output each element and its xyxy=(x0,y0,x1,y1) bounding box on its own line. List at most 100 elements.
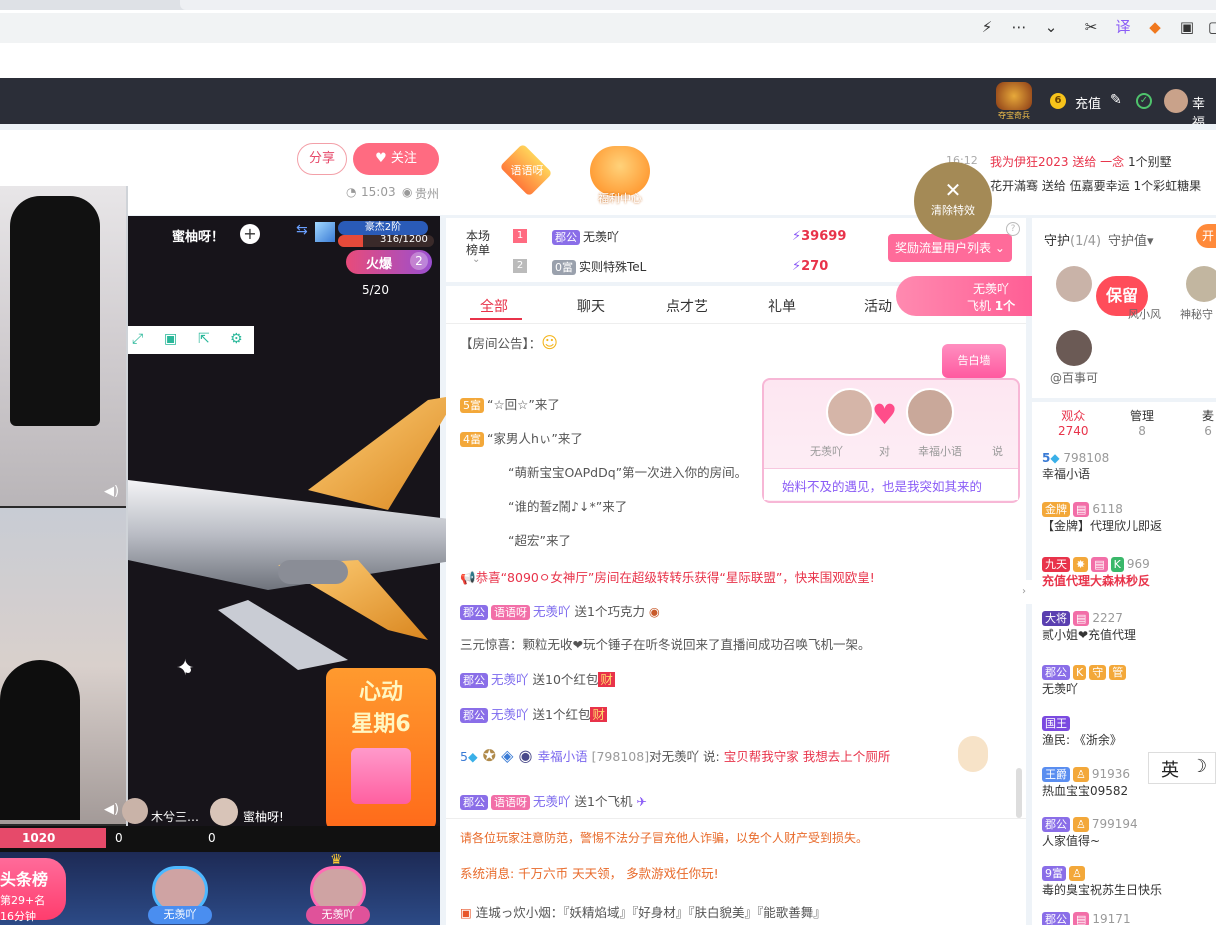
settings-icon[interactable]: ⚙ xyxy=(230,331,243,347)
location-icon: ◉ xyxy=(402,185,413,199)
confession-mid: 对 xyxy=(879,445,890,458)
user-name[interactable]: 幸福小语 xyxy=(538,749,588,764)
welfare-label[interactable]: 福利中心 xyxy=(590,190,650,206)
ticker-text: 我为伊狂2023 送给 一念 xyxy=(990,155,1125,169)
tier-badge: K xyxy=(1073,665,1087,680)
more-icon[interactable]: ⋯ xyxy=(1008,16,1030,38)
audience-item[interactable]: 郡公 K 守管无羡吖 xyxy=(1042,665,1129,697)
guard-title-label: 守护 xyxy=(1044,234,1071,249)
tier-badge: ♙ xyxy=(1073,817,1089,832)
confession-from: 无羡吖 xyxy=(810,445,843,458)
tab-gifts[interactable]: 礼单 xyxy=(768,296,796,316)
window-icon[interactable]: ▢ xyxy=(1204,16,1216,38)
gamepad-icon[interactable]: ◆ xyxy=(1144,16,1166,38)
share-out-icon[interactable]: ⇱ xyxy=(198,331,210,347)
rank-badge: 郡公 xyxy=(1042,665,1070,680)
chevron-down-icon[interactable]: ⌄ xyxy=(472,254,480,265)
ticker-line-1: 我为伊狂2023 送给 一念 1个别墅 xyxy=(990,153,1172,170)
avatar[interactable] xyxy=(1164,89,1188,113)
tab-mic[interactable]: 麦6 xyxy=(1202,407,1214,438)
tab-all[interactable]: 全部 xyxy=(480,296,508,316)
audience-item[interactable]: 王爵 ♙ 91936 热血宝宝09582 xyxy=(1042,767,1130,799)
rank-badge: 0富 xyxy=(552,260,576,275)
game-message: 三元惊喜：颗粒无收❤玩个锤子在听冬说回来了直播间成功召唤飞机一架。 xyxy=(460,637,871,652)
fullscreen-icon[interactable]: ⤢ xyxy=(132,331,143,347)
guard-avatar[interactable] xyxy=(1056,330,1092,366)
audience-item[interactable]: 5◆ 798108 幸福小语 xyxy=(1042,451,1109,482)
user-name[interactable]: 无羡吖 xyxy=(491,672,529,687)
add-follow-icon[interactable]: + xyxy=(240,224,260,244)
check-icon[interactable]: ✓ xyxy=(1136,93,1152,109)
translate-icon[interactable]: 译 xyxy=(1112,16,1134,38)
open-guard-button[interactable]: 开 xyxy=(1196,224,1216,248)
user-name: 【金牌】代理欣儿即返 xyxy=(1042,519,1163,533)
guard-name: 风小风 xyxy=(1128,308,1161,321)
audience-item[interactable]: 金牌 ▤ 6118 【金牌】代理欣儿即返 xyxy=(1042,502,1162,534)
ticker-tail: 1个别墅 xyxy=(1128,155,1172,169)
audience-item[interactable]: 郡公 ♙ 799194 人家值得~ xyxy=(1042,817,1138,849)
reward-list-label: 奖励流量用户列表 xyxy=(895,241,992,255)
treasure-hunt[interactable]: 夺宝奇兵 xyxy=(992,82,1036,122)
save-icon[interactable]: ▣ xyxy=(164,331,177,347)
follow-button[interactable]: ♥ 关注 xyxy=(353,143,439,175)
speaker-icon[interactable]: ◀) xyxy=(104,484,119,499)
scissors-icon[interactable]: ✂ xyxy=(1080,16,1102,38)
avatar xyxy=(906,388,954,436)
guard-avatar[interactable] xyxy=(1186,266,1216,302)
chevron-down-icon[interactable]: ⌄ xyxy=(1040,16,1062,38)
edit-icon[interactable]: ✎ xyxy=(1110,92,1122,108)
fan-notice-text: 连城っ炊小烟：『妖精焰域』『好身材』『肤白貌美』『能歌善舞』 xyxy=(475,905,826,920)
address-bar[interactable] xyxy=(0,13,1216,43)
audience-item[interactable]: 九天 ✸ ▤ K 969 充值代理大森林秒反 xyxy=(1042,557,1150,589)
guard-sort[interactable]: 守护值▾ xyxy=(1108,230,1154,249)
user-name[interactable]: 无羡吖 xyxy=(533,604,571,619)
user-id: 799194 xyxy=(1091,817,1138,831)
audience-item[interactable]: 郡公 ▤ 19171 xyxy=(1042,912,1131,925)
coin-icon: 6 xyxy=(1050,93,1066,109)
hot-label: 火爆 xyxy=(366,257,393,272)
clear-effects-button[interactable]: ✕ 清除特效 xyxy=(914,162,992,240)
horn-icon: 📢 xyxy=(460,570,476,585)
user-name[interactable]: 无羡吖 xyxy=(533,794,571,809)
speaker-icon[interactable]: ◀) xyxy=(104,802,119,817)
rank-row-2[interactable]: 0富 实则特殊TeL xyxy=(552,258,646,275)
share-button[interactable]: 分享 xyxy=(297,143,347,175)
private-message: 5◆ ✪ ◈ ◉ 幸福小语 [798108]对无羡吖 说: 宝贝帮我守家 我想去… xyxy=(460,746,890,765)
guard-avatar[interactable] xyxy=(1056,266,1092,302)
help-icon[interactable]: ? xyxy=(1006,222,1020,236)
audience-item[interactable]: 国王渔民: 《浙余》 xyxy=(1042,716,1122,748)
lightning-icon[interactable]: ⚡ xyxy=(976,16,998,38)
chevron-down-icon: ⌄ xyxy=(991,241,1005,255)
welfare-chest-icon[interactable] xyxy=(590,146,650,196)
ticker-text: 花开滿骞 送给 伍嘉要幸运 xyxy=(990,179,1130,193)
chat-scrollbar[interactable] xyxy=(1016,768,1022,818)
user-name: 无羡吖 xyxy=(1042,682,1079,696)
user-name: 渔民: 《浙余》 xyxy=(1042,733,1122,747)
switch-icon[interactable]: ⇆ xyxy=(296,222,308,238)
collapse-arrow-icon[interactable]: › xyxy=(1022,580,1032,604)
heart-icon: ♥ xyxy=(375,151,391,166)
plane-gift-count: 1个 xyxy=(994,299,1016,313)
activity-badge[interactable]: 语语呀 xyxy=(504,162,550,178)
co-host-figure-1 xyxy=(10,196,100,426)
rank-badge: 国王 xyxy=(1042,716,1070,731)
tab-manage[interactable]: 管理 8 xyxy=(1130,407,1154,438)
score-3: 0 xyxy=(208,831,216,845)
notice-icon: ▣ xyxy=(460,905,476,920)
audience-item[interactable]: 大将 ▤ 2227 贰小姐❤充值代理 xyxy=(1042,611,1136,643)
tab-talent[interactable]: 点才艺 xyxy=(666,296,708,316)
user-name[interactable]: 无羡吖 xyxy=(491,707,529,722)
rank-row-1[interactable]: 郡公 无羡吖 xyxy=(552,228,619,245)
shield-icon[interactable]: ▣ xyxy=(1176,16,1198,38)
tab-activity[interactable]: 活动 xyxy=(864,296,892,316)
weekly-gift-banner[interactable]: 心动 星期6 xyxy=(326,668,436,831)
recharge-link[interactable]: 充值 xyxy=(1075,93,1101,112)
guest-avatar-2[interactable] xyxy=(210,798,238,826)
tab-audience[interactable]: 观众 2740 xyxy=(1058,407,1089,438)
tab-chat[interactable]: 聊天 xyxy=(577,296,605,316)
audience-item[interactable]: 9富 ♙ 毒的臭宝祝苏生日快乐 xyxy=(1042,866,1162,898)
level-label: 豪杰2阶 xyxy=(338,221,428,235)
ime-indicator[interactable]: 英 ☽ xyxy=(1148,752,1216,784)
guest-avatar-1[interactable] xyxy=(122,798,148,824)
video-toolbar: ⤢ ▣ ⇱ ⚙ xyxy=(128,326,254,354)
